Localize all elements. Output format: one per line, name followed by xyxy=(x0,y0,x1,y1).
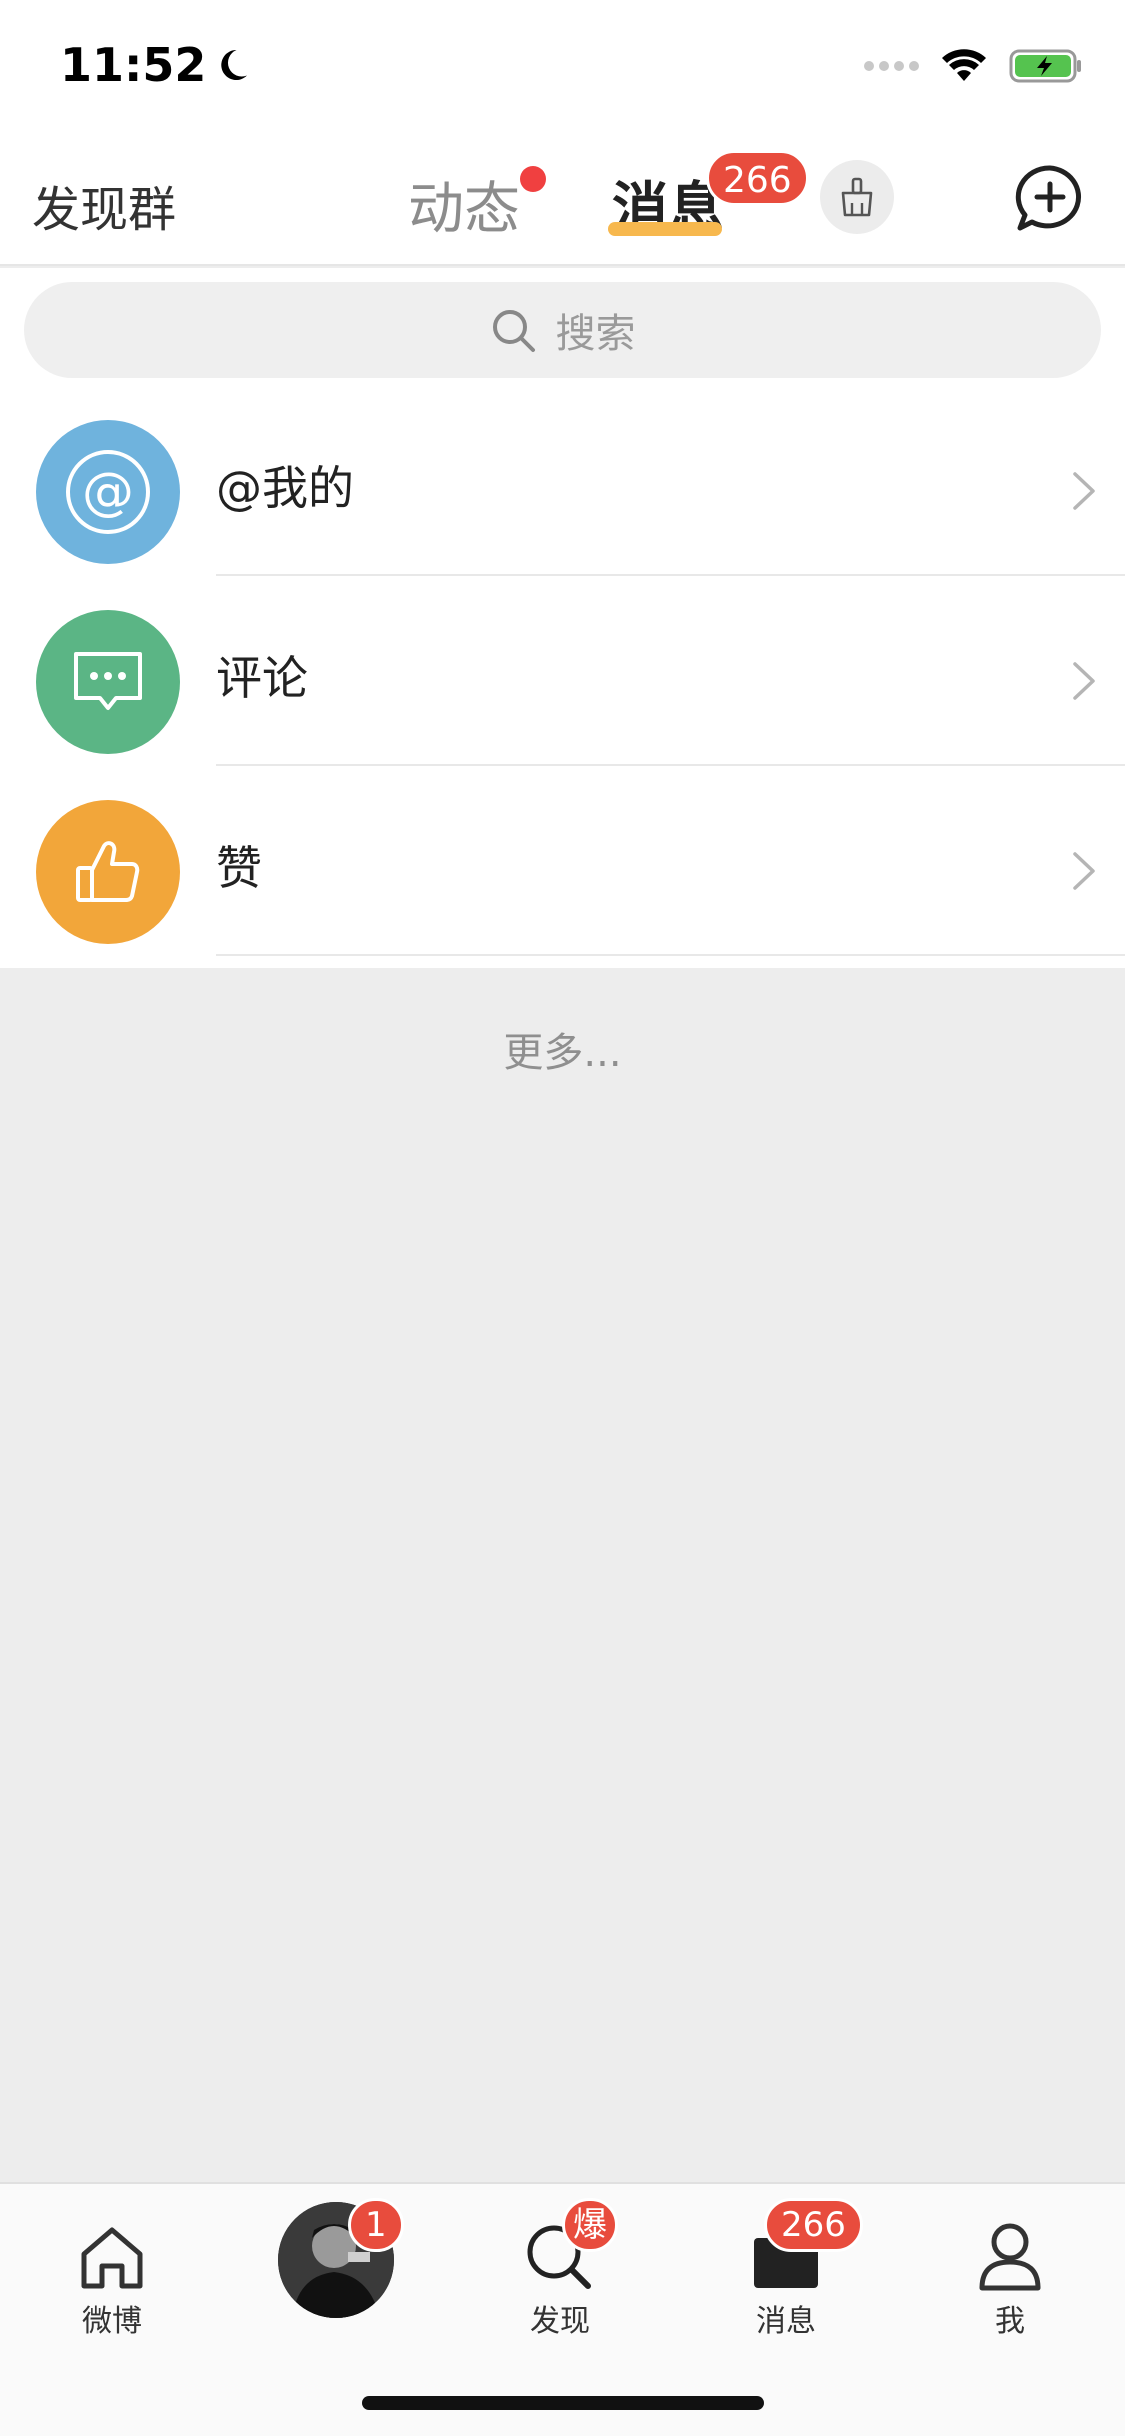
top-nav: 发现群 动态 消息 xyxy=(0,140,1125,266)
list-item-mentions[interactable]: @ @我的 xyxy=(0,388,1125,576)
at-icon: @ xyxy=(36,420,180,564)
wifi-icon xyxy=(942,49,986,81)
list-item-likes[interactable]: 赞 xyxy=(0,768,1125,956)
status-time: 11:52 xyxy=(60,38,250,92)
search-input[interactable]: 搜索 xyxy=(24,282,1101,378)
tab-label: 消息 xyxy=(756,2304,816,2339)
discover-groups-link[interactable]: 发现群 xyxy=(32,170,176,240)
tab-home[interactable]: 微博 xyxy=(42,2208,182,2340)
trending-badge: 爆 xyxy=(562,2198,618,2252)
divider xyxy=(216,574,1125,576)
search-icon xyxy=(492,310,535,352)
time-text: 11:52 xyxy=(60,38,207,92)
unread-dot xyxy=(520,166,546,192)
avatar-badge: 1 xyxy=(348,2198,404,2252)
active-tab-indicator xyxy=(608,222,722,236)
list-item-label: 评论 xyxy=(216,651,308,705)
tab-dynamic-label: 动态 xyxy=(408,177,520,242)
tab-profile[interactable]: 我 xyxy=(940,2208,1080,2340)
list-item-comments[interactable]: 评论 xyxy=(0,578,1125,766)
add-chat-icon xyxy=(1015,165,1082,231)
tab-dynamic[interactable]: 动态 xyxy=(408,164,546,245)
status-indicators xyxy=(864,48,1083,84)
user-icon xyxy=(979,2223,1041,2291)
svg-text:@: @ xyxy=(82,462,134,522)
status-bar: 11:52 xyxy=(0,0,1125,140)
more-link[interactable]: 更多... xyxy=(0,1020,1125,1078)
divider xyxy=(216,954,1125,956)
tab-label: 我 xyxy=(995,2304,1025,2339)
tab-label: 发现 xyxy=(530,2304,590,2339)
list-item-label: @我的 xyxy=(216,461,354,515)
chevron-right-icon xyxy=(1073,852,1095,890)
moon-icon xyxy=(221,49,248,80)
messages-badge: 266 xyxy=(706,150,809,206)
new-chat-button[interactable] xyxy=(1012,162,1088,238)
chevron-right-icon xyxy=(1073,662,1095,700)
search-placeholder: 搜索 xyxy=(555,311,636,357)
messages-tab-badge: 266 xyxy=(764,2198,863,2252)
clear-unread-button[interactable] xyxy=(820,160,894,234)
broom-icon xyxy=(841,177,873,217)
chevron-right-icon xyxy=(1073,472,1095,510)
cellular-signal-icon xyxy=(864,61,919,71)
home-icon xyxy=(81,2227,143,2289)
home-indicator[interactable] xyxy=(362,2396,764,2410)
tab-label: 微博 xyxy=(82,2304,142,2339)
divider xyxy=(216,764,1125,766)
list-item-label: 赞 xyxy=(216,841,262,895)
comment-icon xyxy=(36,610,180,754)
search-area: 搜索 xyxy=(0,268,1125,388)
battery-icon xyxy=(1009,49,1081,83)
thumbs-up-icon xyxy=(36,800,180,944)
message-category-list: @ @我的 评论 赞 xyxy=(0,388,1125,968)
